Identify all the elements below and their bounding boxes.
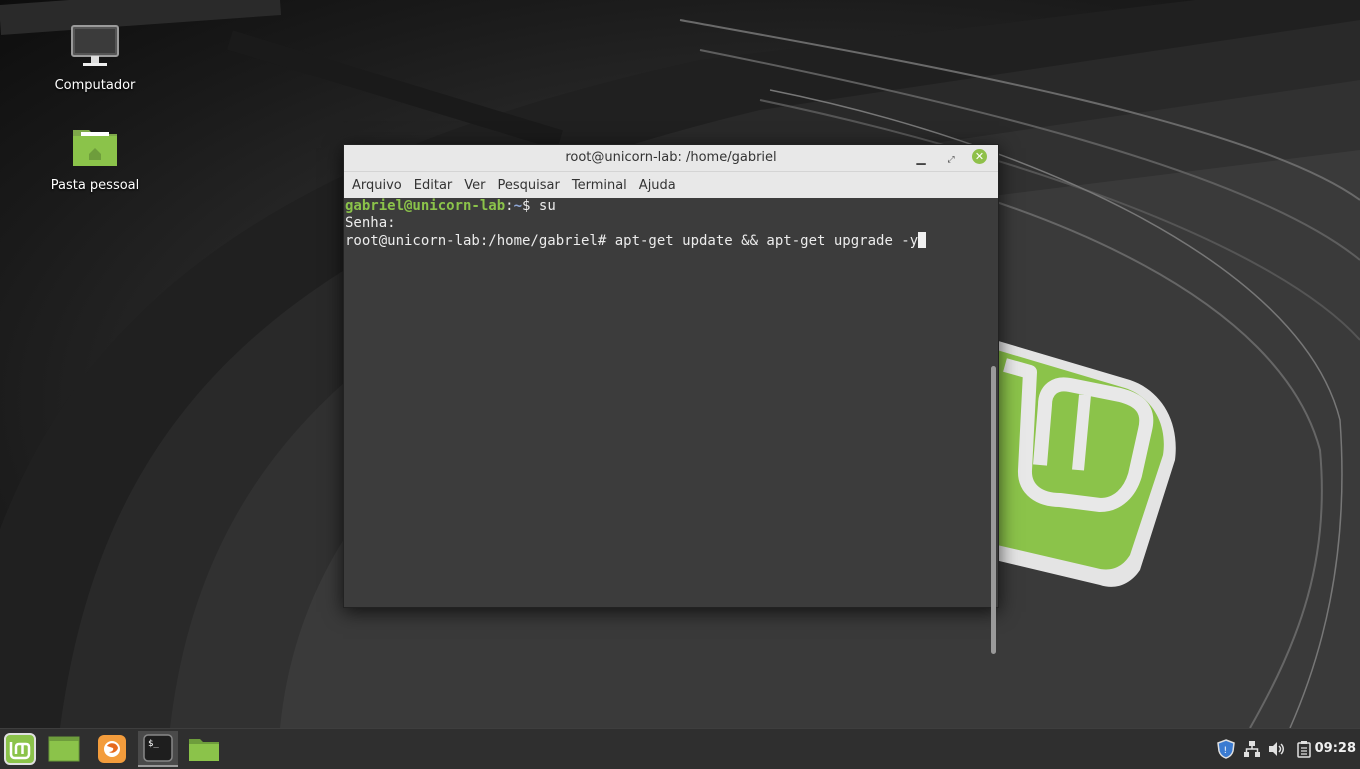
svg-text:!: ! [1224,746,1228,756]
clipboard-icon [1297,741,1311,758]
text-cursor [918,232,927,248]
scrollbar[interactable] [991,366,996,654]
menubar: Arquivo Editar Ver Pesquisar Terminal Aj… [344,172,998,199]
computer-icon [67,24,123,72]
terminal-output[interactable]: gabriel@unicorn-lab:~$ su Senha: root@un… [344,198,998,654]
volume-tray[interactable] [1266,739,1286,759]
minimize-icon: ▁ [916,151,926,165]
root-command: root@unicorn-lab:/home/gabriel# apt-get … [345,233,919,249]
menu-terminal[interactable]: Terminal [568,178,635,193]
terminal-line: gabriel@unicorn-lab:~$ su [345,198,998,215]
maximize-button[interactable]: ⤢ [942,149,960,167]
clipboard-tray[interactable] [1294,739,1314,759]
firefox-button[interactable] [92,731,132,767]
show-desktop-button[interactable] [44,731,84,767]
mint-menu-icon [4,733,36,765]
maximize-icon: ⤢ [947,155,955,165]
terminal-taskbar-button[interactable]: $_ [138,731,178,767]
home-folder-icon [67,124,123,172]
firefox-icon [98,735,126,763]
terminal-window[interactable]: root@unicorn-lab: /home/gabriel ▁ ⤢ ✕ Ar… [343,144,999,654]
terminal-icon: $_ [143,734,173,762]
terminal-line: Senha: [345,215,396,231]
window-titlebar[interactable]: root@unicorn-lab: /home/gabriel ▁ ⤢ ✕ [344,145,998,172]
prompt-command: $ su [522,198,556,214]
shield-icon: ! [1217,739,1235,759]
network-tray[interactable] [1242,739,1262,759]
prompt-separator: : [505,198,514,214]
desktop: Computador Pasta pessoal root@unicorn-la… [0,0,1360,728]
menu-ver[interactable]: Ver [460,178,493,193]
desktop-icon-computer[interactable]: Computador [40,24,150,93]
prompt-user: gabriel@unicorn-lab [345,198,506,214]
network-icon [1244,741,1260,757]
menu-ajuda[interactable]: Ajuda [635,178,684,193]
window-title: root@unicorn-lab: /home/gabriel [565,150,777,165]
prompt-path: ~ [513,198,523,214]
menu-arquivo[interactable]: Arquivo [348,178,410,193]
svg-text:$_: $_ [148,739,159,749]
volume-icon [1269,742,1284,756]
menu-editar[interactable]: Editar [410,178,461,193]
files-button[interactable] [184,731,224,767]
taskbar: $_ ! 09:28 [0,728,1360,769]
desktop-icon-label: Computador [54,78,136,93]
close-button[interactable]: ✕ [972,149,987,164]
desktop-icon-label: Pasta pessoal [50,178,140,193]
folder-icon [189,739,219,761]
close-icon: ✕ [974,150,985,163]
clock[interactable]: 09:28 [1315,741,1356,756]
menu-pesquisar[interactable]: Pesquisar [494,178,568,193]
minimize-button[interactable]: ▁ [912,149,930,167]
desktop-icon-home-folder[interactable]: Pasta pessoal [40,124,150,193]
show-desktop-icon [48,736,80,762]
menu-button[interactable] [0,731,40,767]
terminal-line: root@unicorn-lab:/home/gabriel# apt-get … [345,232,998,249]
update-manager-tray[interactable]: ! [1216,739,1236,759]
